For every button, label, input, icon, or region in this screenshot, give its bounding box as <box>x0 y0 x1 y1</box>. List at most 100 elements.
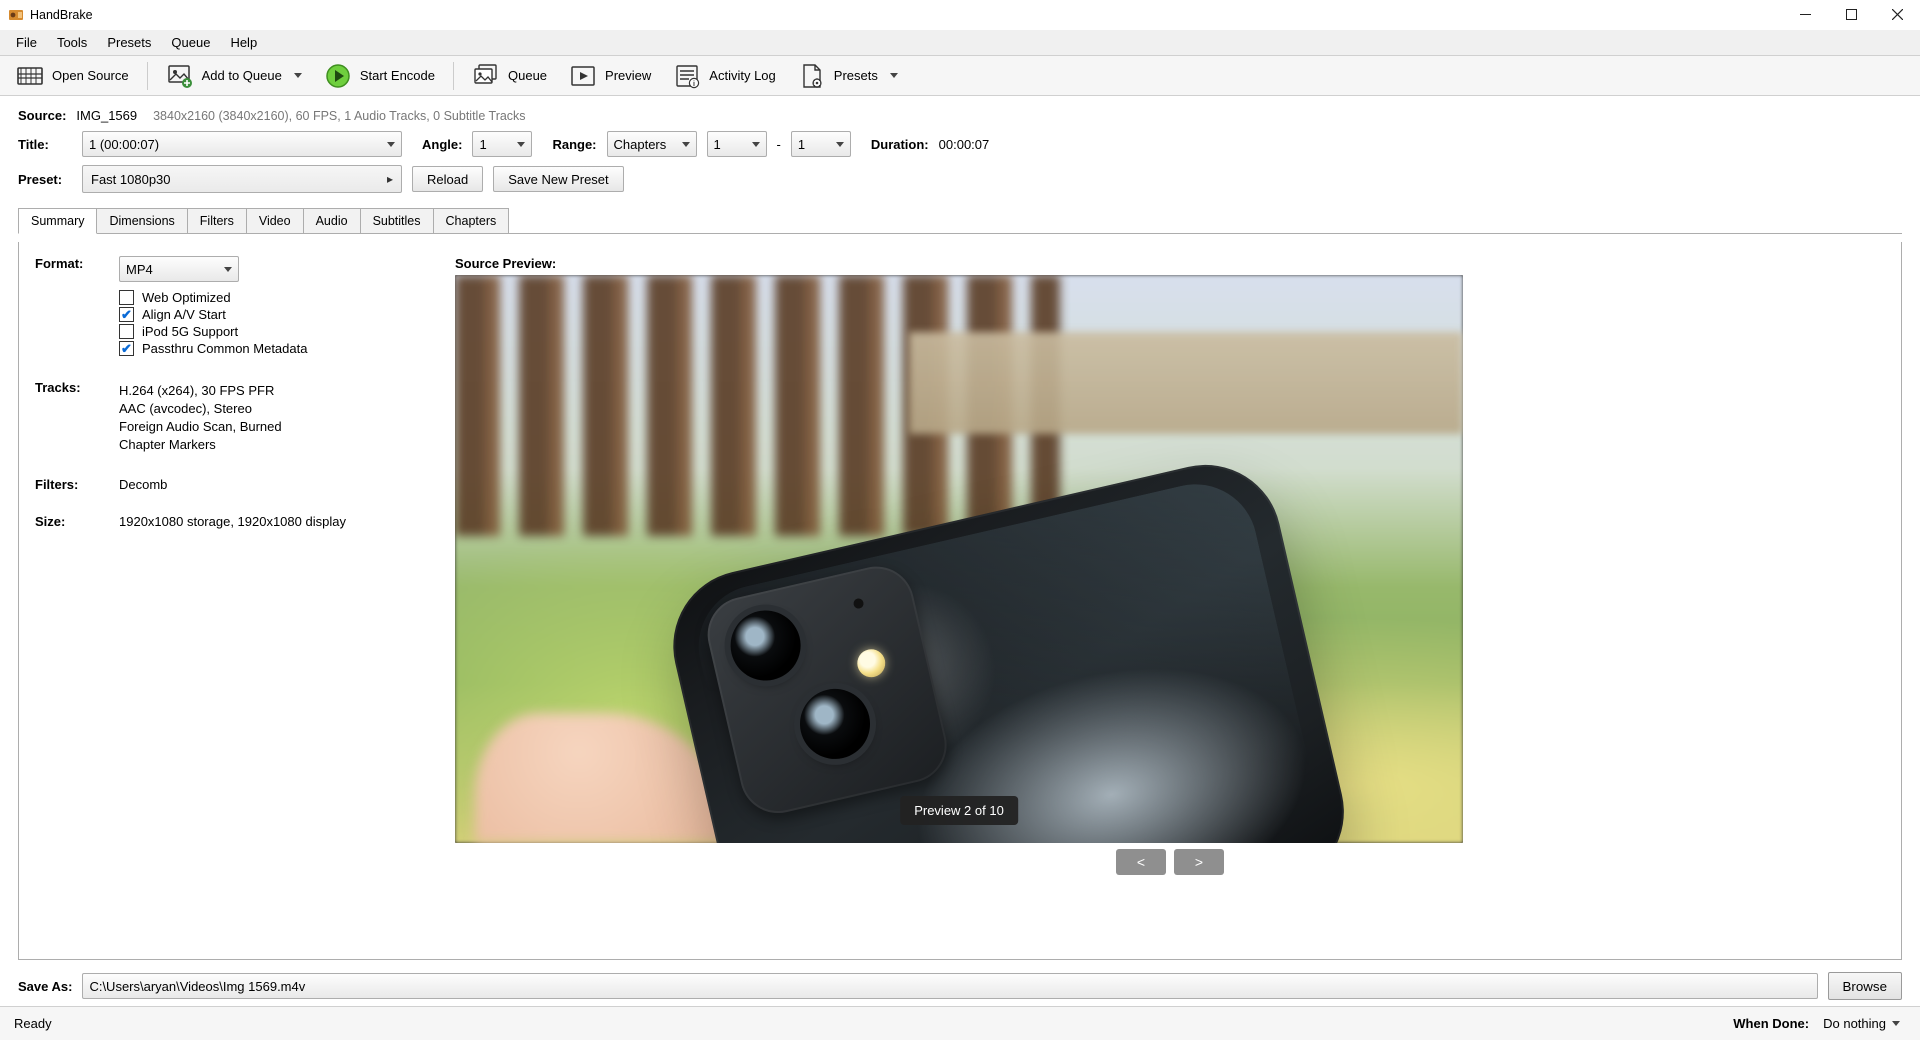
image-add-icon <box>166 62 194 90</box>
preview-counter-badge: Preview 2 of 10 <box>900 796 1018 825</box>
add-to-queue-button[interactable]: Add to Queue <box>156 58 312 94</box>
toolbar-separator <box>147 62 148 90</box>
presets-label: Presets <box>834 68 878 83</box>
preview-nav: < > <box>455 849 1885 875</box>
preset-value: Fast 1080p30 <box>91 172 171 187</box>
images-stack-icon <box>472 62 500 90</box>
track-item: Foreign Audio Scan, Burned <box>119 419 282 434</box>
save-as-row: Save As: Browse <box>0 966 1920 1006</box>
preset-label: Preset: <box>18 172 72 187</box>
menu-file[interactable]: File <box>6 30 47 55</box>
checkbox-label: Passthru Common Metadata <box>142 341 307 356</box>
title-row: Title: 1 (00:00:07) Angle: 1 Range: Chap… <box>18 131 1902 157</box>
angle-select[interactable]: 1 <box>472 131 532 157</box>
checkbox-web-optimized[interactable]: Web Optimized <box>119 290 307 305</box>
tab-subtitles[interactable]: Subtitles <box>360 208 434 233</box>
checkbox-icon <box>119 307 134 322</box>
preview-label: Preview <box>605 68 651 83</box>
range-from-select[interactable]: 1 <box>707 131 767 157</box>
tabs-bar: Summary Dimensions Filters Video Audio S… <box>18 207 1902 234</box>
checkbox-passthru-metadata[interactable]: Passthru Common Metadata <box>119 341 307 356</box>
tab-summary[interactable]: Summary <box>18 208 97 234</box>
checkbox-icon <box>119 290 134 305</box>
preview-button[interactable]: Preview <box>559 58 661 94</box>
checkbox-icon <box>119 324 134 339</box>
save-new-preset-button[interactable]: Save New Preset <box>493 166 623 192</box>
status-text: Ready <box>14 1016 52 1031</box>
menu-tools[interactable]: Tools <box>47 30 97 55</box>
start-encode-label: Start Encode <box>360 68 435 83</box>
angle-label: Angle: <box>422 137 462 152</box>
dropdown-caret-icon <box>836 142 844 147</box>
preset-select[interactable]: Fast 1080p30 ▸ <box>82 165 402 193</box>
title-bar: HandBrake <box>0 0 1920 30</box>
range-type-value: Chapters <box>614 137 667 152</box>
dropdown-caret-icon <box>682 142 690 147</box>
reload-preset-button[interactable]: Reload <box>412 166 483 192</box>
play-icon <box>324 62 352 90</box>
range-type-select[interactable]: Chapters <box>607 131 697 157</box>
open-source-label: Open Source <box>52 68 129 83</box>
title-label: Title: <box>18 137 72 152</box>
format-label: Format: <box>35 256 95 271</box>
format-row: Format: MP4 Web Optimized Align A/V Star… <box>35 256 415 358</box>
presets-button[interactable]: Presets <box>788 58 908 94</box>
dropdown-caret-icon <box>1892 1021 1900 1026</box>
menu-help[interactable]: Help <box>220 30 267 55</box>
track-item: Chapter Markers <box>119 437 282 452</box>
dropdown-caret-icon <box>294 73 302 78</box>
dropdown-caret-icon <box>890 73 898 78</box>
range-to-select[interactable]: 1 <box>791 131 851 157</box>
queue-label: Queue <box>508 68 547 83</box>
window-close-button[interactable] <box>1874 0 1920 30</box>
tab-video[interactable]: Video <box>246 208 304 233</box>
angle-value: 1 <box>479 137 486 152</box>
save-as-input[interactable] <box>82 973 1817 999</box>
range-separator: - <box>777 137 781 152</box>
source-row: Source: IMG_1569 3840x2160 (3840x2160), … <box>18 108 1902 123</box>
menu-presets[interactable]: Presets <box>97 30 161 55</box>
filters-value: Decomb <box>119 477 167 492</box>
duration-label: Duration: <box>871 137 929 152</box>
dropdown-caret-icon <box>752 142 760 147</box>
tracks-label: Tracks: <box>35 380 95 395</box>
tab-dimensions[interactable]: Dimensions <box>96 208 187 233</box>
preview-next-button[interactable]: > <box>1174 849 1224 875</box>
duration-value: 00:00:07 <box>939 137 990 152</box>
when-done-value: Do nothing <box>1823 1016 1886 1031</box>
source-name: IMG_1569 <box>76 108 137 123</box>
title-select-value: 1 (00:00:07) <box>89 137 159 152</box>
window-maximize-button[interactable] <box>1828 0 1874 30</box>
dropdown-caret-icon <box>387 142 395 147</box>
menu-queue[interactable]: Queue <box>161 30 220 55</box>
source-info: 3840x2160 (3840x2160), 60 FPS, 1 Audio T… <box>153 109 525 123</box>
menu-bar: File Tools Presets Queue Help <box>0 30 1920 56</box>
preview-title: Source Preview: <box>455 256 1885 271</box>
queue-button[interactable]: Queue <box>462 58 557 94</box>
browse-button[interactable]: Browse <box>1828 972 1902 1000</box>
svg-text:i: i <box>693 81 695 88</box>
save-as-label: Save As: <box>18 979 72 994</box>
tab-chapters[interactable]: Chapters <box>433 208 510 233</box>
start-encode-button[interactable]: Start Encode <box>314 58 445 94</box>
checkbox-ipod-5g[interactable]: iPod 5G Support <box>119 324 307 339</box>
tab-filters[interactable]: Filters <box>187 208 247 233</box>
film-icon <box>16 62 44 90</box>
app-icon <box>8 7 24 23</box>
activity-log-button[interactable]: i Activity Log <box>663 58 785 94</box>
open-source-button[interactable]: Open Source <box>6 58 139 94</box>
format-select[interactable]: MP4 <box>119 256 239 282</box>
title-select[interactable]: 1 (00:00:07) <box>82 131 402 157</box>
tab-audio[interactable]: Audio <box>303 208 361 233</box>
track-item: H.264 (x264), 30 FPS PFR <box>119 383 282 398</box>
log-icon: i <box>673 62 701 90</box>
filters-row: Filters: Decomb <box>35 477 415 492</box>
when-done-select[interactable]: Do nothing <box>1817 1013 1906 1034</box>
source-label: Source: <box>18 108 66 123</box>
preview-prev-button[interactable]: < <box>1116 849 1166 875</box>
checkbox-align-av[interactable]: Align A/V Start <box>119 307 307 322</box>
size-label: Size: <box>35 514 95 529</box>
dropdown-caret-icon <box>224 267 232 272</box>
window-minimize-button[interactable] <box>1782 0 1828 30</box>
size-value: 1920x1080 storage, 1920x1080 display <box>119 514 346 529</box>
